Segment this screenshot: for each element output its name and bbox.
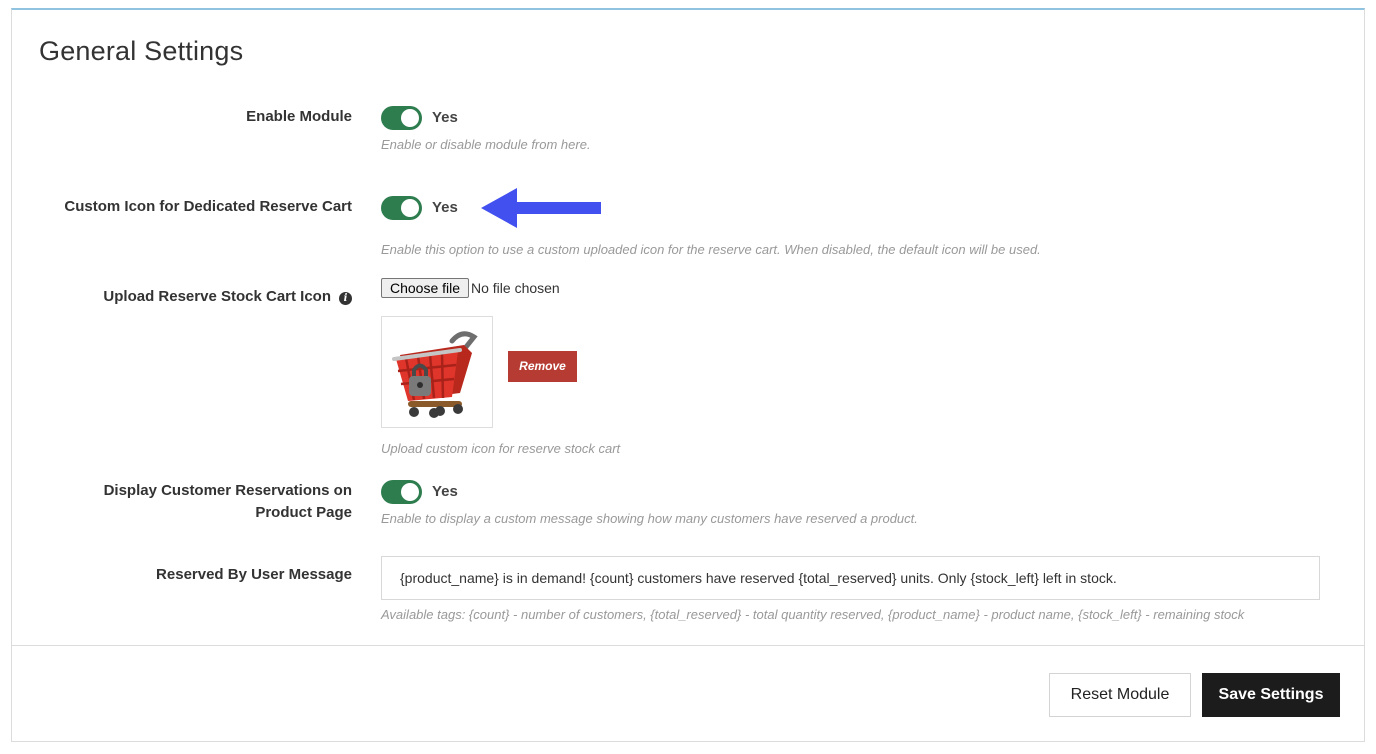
general-settings-panel: General Settings Enable Module Yes Enabl… [11, 8, 1365, 742]
enable-module-help: Enable or disable module from here. [381, 137, 591, 152]
reserved-message-input[interactable]: {product_name} is in demand! {count} cus… [381, 556, 1320, 600]
custom-icon-label: Custom Icon for Dedicated Reserve Cart [64, 198, 352, 215]
toggle-knob [401, 483, 419, 501]
choose-file-button[interactable]: Choose file [381, 278, 470, 298]
file-status-text: No file chosen [471, 280, 560, 296]
display-reservations-help: Enable to display a custom message showi… [381, 511, 918, 526]
display-reservations-value: Yes [432, 483, 458, 500]
cart-icon-thumbnail [381, 316, 493, 428]
remove-icon-button[interactable]: Remove [508, 351, 577, 382]
upload-icon-label-text: Upload Reserve Stock Cart Icon [103, 288, 331, 305]
footer-divider [12, 645, 1364, 646]
custom-icon-toggle[interactable] [381, 196, 422, 220]
reserved-message-help: Available tags: {count} - number of cust… [381, 607, 1245, 622]
display-reservations-toggle[interactable] [381, 480, 422, 504]
custom-icon-value: Yes [432, 199, 458, 216]
left-arrow-annotation-icon [481, 188, 601, 228]
page-title: General Settings [39, 36, 244, 66]
upload-icon-label: Upload Reserve Stock Cart Icon i [103, 286, 352, 308]
upload-icon-help: Upload custom icon for reserve stock car… [381, 441, 621, 456]
shopping-cart-lock-icon [392, 331, 478, 418]
toggle-knob [401, 199, 419, 217]
info-icon[interactable]: i [339, 292, 352, 305]
toggle-knob [401, 109, 419, 127]
enable-module-toggle[interactable] [381, 106, 422, 130]
save-settings-button[interactable]: Save Settings [1202, 673, 1340, 717]
enable-module-value: Yes [432, 109, 458, 126]
reserved-message-label: Reserved By User Message [156, 566, 352, 583]
custom-icon-help: Enable this option to use a custom uploa… [381, 242, 1041, 257]
enable-module-label: Enable Module [246, 108, 352, 125]
reset-module-button[interactable]: Reset Module [1049, 673, 1191, 717]
display-reservations-label: Display Customer Reservations on Product… [103, 482, 352, 521]
